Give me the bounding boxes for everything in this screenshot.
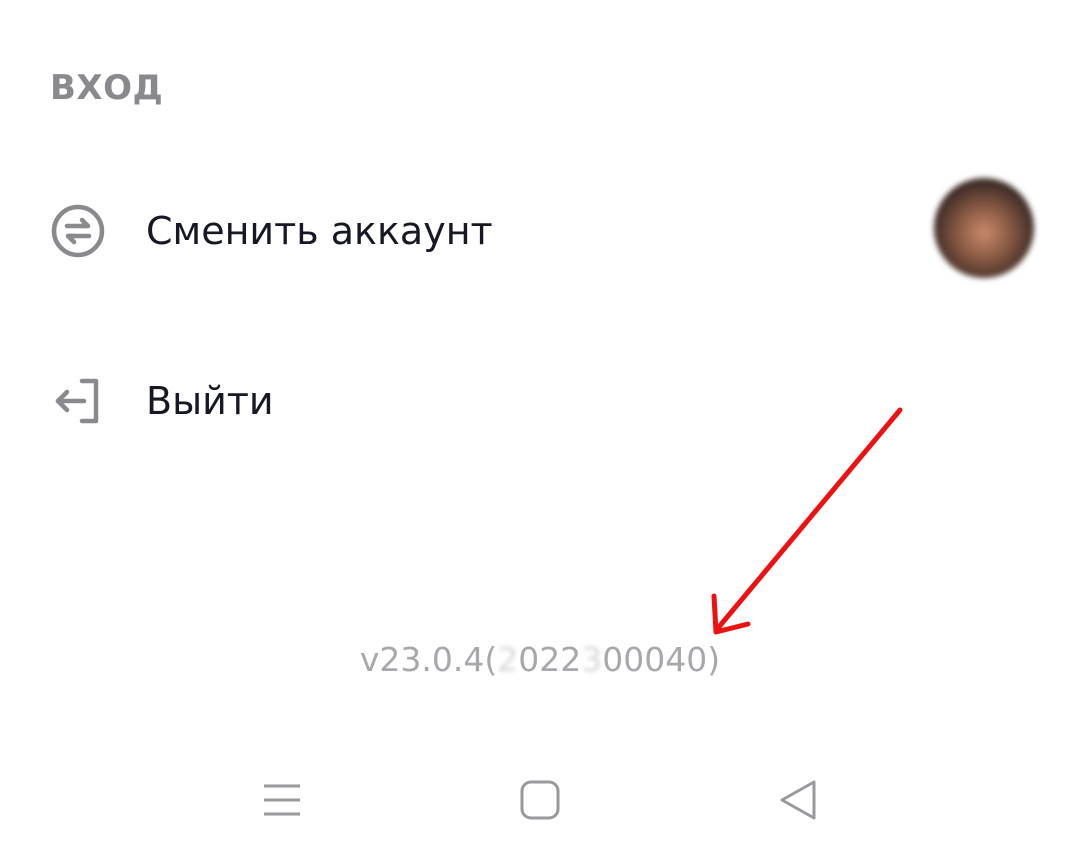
switch-account-icon — [50, 203, 106, 259]
version-prefix: v23.0.4( — [359, 640, 498, 679]
logout-icon — [50, 373, 106, 429]
back-icon[interactable] — [776, 778, 820, 822]
red-arrow-annotation — [711, 407, 903, 635]
logout-label: Выйти — [146, 379, 274, 423]
section-title-login: ВХОД — [50, 68, 164, 108]
version-middle: 022 — [518, 640, 582, 679]
home-icon[interactable] — [518, 778, 562, 822]
menu-icon[interactable] — [260, 778, 304, 822]
version-blurred-digit: 2 — [497, 640, 519, 679]
version-blurred-digit: 3 — [581, 640, 603, 679]
system-navigation-bar — [0, 760, 1080, 840]
account-avatar[interactable] — [934, 178, 1034, 278]
switch-account-label: Сменить аккаунт — [146, 209, 493, 253]
switch-account-row[interactable]: Сменить аккаунт — [0, 166, 1080, 296]
settings-screen: ВХОД Сменить аккаунт Выйти v23.0.4(20223… — [0, 0, 1080, 864]
